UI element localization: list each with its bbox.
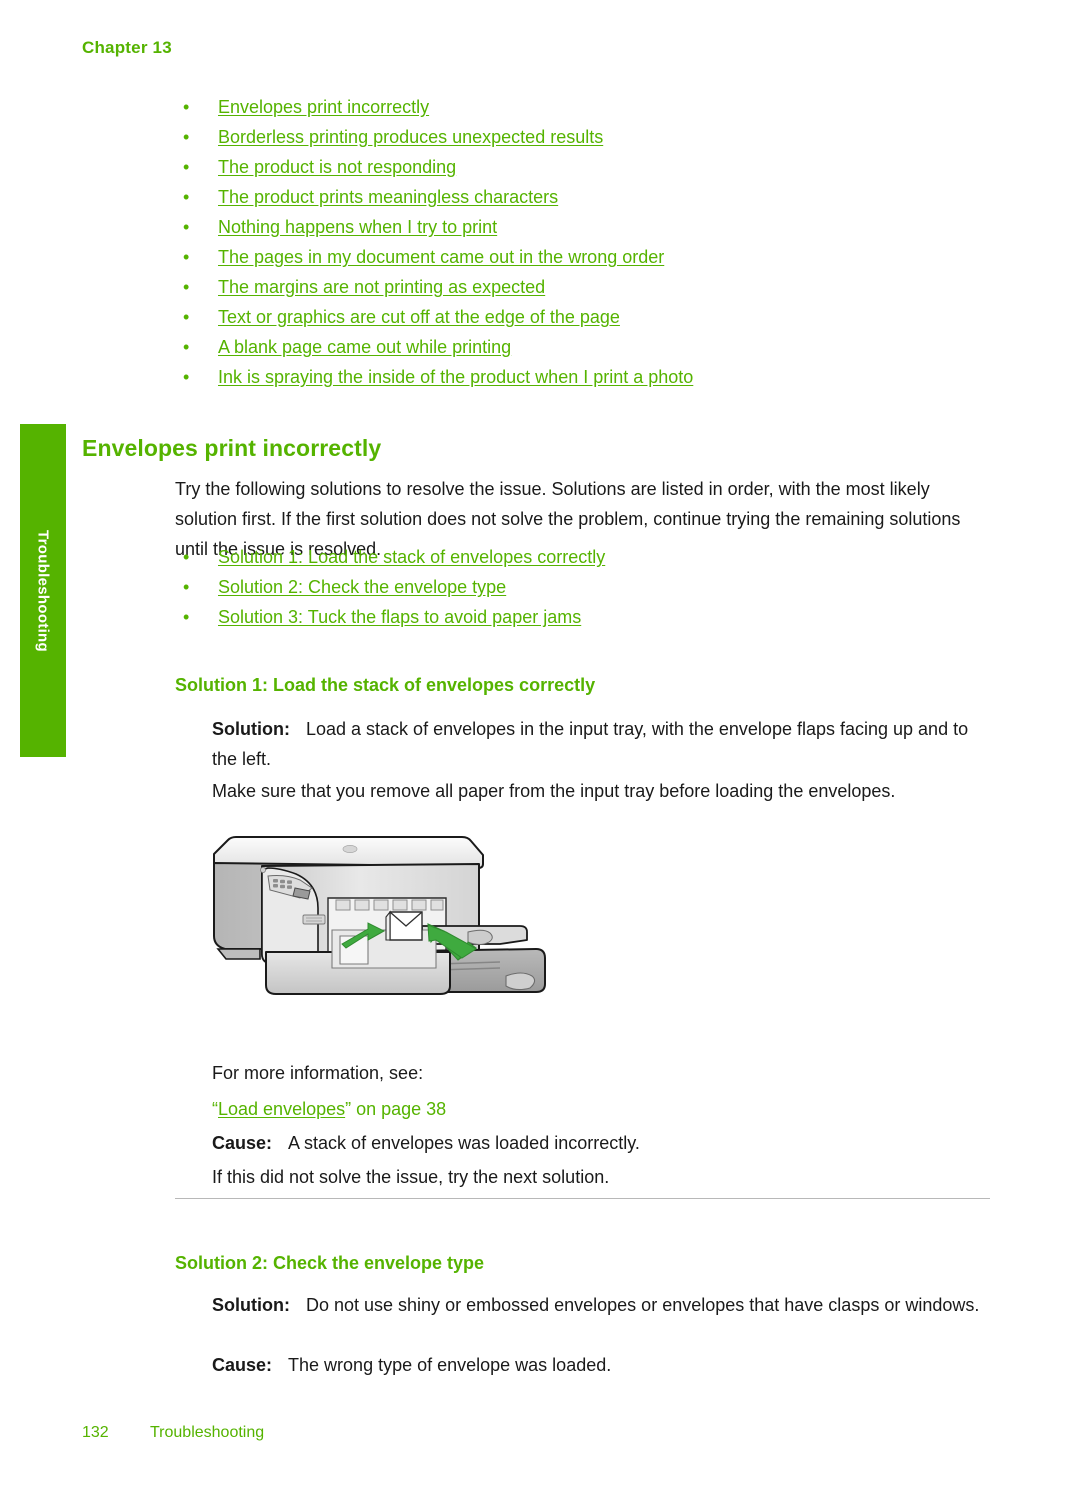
topic-link[interactable]: The product is not responding: [218, 157, 456, 177]
side-tab-troubleshooting: Troubleshooting: [20, 424, 66, 757]
section-title: Envelopes print incorrectly: [82, 435, 382, 462]
cause-text: A stack of envelopes was loaded incorrec…: [288, 1133, 640, 1153]
more-information-label: For more information, see:: [212, 1063, 424, 1083]
topic-link[interactable]: Nothing happens when I try to print: [218, 217, 497, 237]
list-item: • Text or graphics are cut off at the edg…: [175, 302, 1015, 332]
output-tray-notch: [467, 929, 493, 945]
topic-link[interactable]: Text or graphics are cut off at the edge…: [218, 307, 620, 327]
bullet-icon: •: [183, 217, 190, 237]
cross-reference-line: “Load envelopes” on page 38: [212, 1094, 997, 1124]
solution-label: Solution:: [212, 1295, 290, 1315]
cause-label: Cause:: [212, 1133, 273, 1153]
solution-1-next-step: If this did not solve the issue, try the…: [212, 1167, 610, 1187]
list-item: • Nothing happens when I try to print: [175, 212, 1015, 242]
page-footer: 132 Troubleshooting: [82, 1424, 264, 1442]
solution-link[interactable]: Solution 2: Check the envelope type: [218, 577, 506, 597]
memory-card-slot: [302, 914, 326, 925]
list-item: • Borderless printing produces unexpected…: [175, 122, 1015, 152]
bullet-icon: •: [183, 157, 190, 177]
solution-link[interactable]: Solution 3: Tuck the flaps to avoid pape…: [218, 607, 581, 627]
solution-2-heading: Solution 2: Check the envelope type: [175, 1252, 485, 1273]
bullet-icon: •: [183, 607, 190, 627]
tray-extender-tab: [505, 972, 536, 991]
list-item: • A blank page came out while printing: [175, 332, 1015, 362]
topic-link[interactable]: The pages in my document came out in the…: [218, 247, 664, 267]
bullet-icon: •: [183, 97, 190, 117]
bullet-icon: •: [183, 367, 190, 387]
bullet-icon: •: [183, 547, 190, 567]
solution-1-note: Make sure that you remove all paper from…: [212, 781, 896, 801]
list-item: • Solution 3: Tuck the flaps to avoid pap…: [175, 602, 1015, 632]
list-item: • Solution 1: Load the stack of envelopes…: [175, 542, 1015, 572]
list-item: • Ink is spraying the inside of the produ…: [175, 362, 1015, 392]
cause-text: The wrong type of envelope was loaded.: [288, 1355, 612, 1375]
page-number: 132: [82, 1424, 109, 1441]
list-item: • The product is not responding: [175, 152, 1015, 182]
bullet-icon: •: [183, 277, 190, 297]
bullet-icon: •: [183, 247, 190, 267]
list-item: • The margins are not printing as expecte…: [175, 272, 1015, 302]
document-page: Chapter 13 Troubleshooting • Envelopes pr…: [0, 0, 1080, 1495]
bullet-icon: •: [183, 127, 190, 147]
list-item: • The pages in my document came out in th…: [175, 242, 1015, 272]
solution-1-body: Solution: Load a stack of envelopes in th…: [212, 714, 997, 774]
cross-reference-suffix: ” on page 38: [345, 1099, 447, 1119]
bullet-icon: •: [183, 577, 190, 597]
topic-link-list: • Envelopes print incorrectly • Borderless…: [175, 92, 1015, 392]
section-divider: [175, 1198, 990, 1199]
solution-1-cause: Cause: A stack of envelopes was loaded in…: [212, 1128, 997, 1158]
solution-1-heading: Solution 1: Load the stack of envelopes …: [175, 674, 596, 695]
solution-link[interactable]: Solution 1: Load the stack of envelopes …: [218, 547, 605, 567]
printer-foot: [216, 948, 261, 960]
bullet-icon: •: [183, 187, 190, 207]
list-item: • The product prints meaningless characte…: [175, 182, 1015, 212]
chapter-header: Chapter 13: [82, 38, 172, 57]
side-tab-label: Troubleshooting: [34, 529, 52, 652]
topic-link[interactable]: A blank page came out while printing: [218, 337, 511, 357]
solution-text: Do not use shiny or embossed envelopes o…: [305, 1295, 980, 1315]
solution-label: Solution:: [212, 719, 290, 739]
cause-label: Cause:: [212, 1355, 273, 1375]
solution-text: Load a stack of envelopes in the input t…: [212, 719, 969, 769]
topic-link[interactable]: Borderless printing produces unexpected …: [218, 127, 603, 147]
envelope-stack: [385, 910, 423, 941]
bullet-icon: •: [183, 307, 190, 327]
topic-link[interactable]: Ink is spraying the inside of the produc…: [218, 367, 693, 387]
topic-link[interactable]: The product prints meaningless character…: [218, 187, 558, 207]
bullet-icon: •: [183, 337, 190, 357]
power-button-icon: [260, 867, 267, 874]
load-envelopes-link[interactable]: Load envelopes: [218, 1099, 345, 1119]
topic-link[interactable]: Envelopes print incorrectly: [218, 97, 429, 117]
hp-logo-icon: [342, 845, 358, 853]
printer-illustration: [200, 818, 580, 1033]
list-item: • Envelopes print incorrectly: [175, 92, 1015, 122]
topic-link[interactable]: The margins are not printing as expected: [218, 277, 545, 297]
solution-link-list: • Solution 1: Load the stack of envelopes…: [175, 542, 1015, 632]
solution-2-cause: Cause: The wrong type of envelope was loa…: [212, 1350, 997, 1380]
footer-section-name: Troubleshooting: [150, 1424, 265, 1441]
solution-2-body: Solution: Do not use shiny or embossed en…: [212, 1290, 997, 1320]
list-item: • Solution 2: Check the envelope type: [175, 572, 1015, 602]
